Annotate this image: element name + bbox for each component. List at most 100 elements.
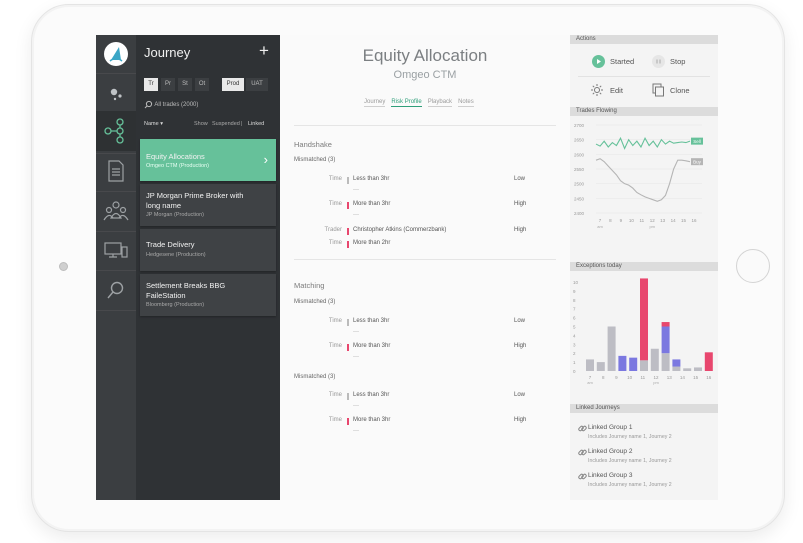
row-dash: —: [353, 403, 359, 409]
tab-risk-profile[interactable]: Risk Profile: [391, 99, 422, 107]
env-tab-ot[interactable]: Ot: [195, 78, 209, 91]
search-small-icon: [144, 100, 153, 109]
journey-sub: Hedgesene (Production): [146, 252, 206, 258]
x-tick-label: 10: [629, 218, 635, 223]
period-label: pm: [653, 380, 659, 385]
journey-card-settlement-breaks[interactable]: Settlement Breaks BBG FaileStation Bloom…: [140, 274, 276, 316]
risk-row: Time Less than 3hr Low: [328, 318, 526, 326]
pause-icon[interactable]: [652, 55, 665, 68]
x-tick-label: 15: [681, 218, 687, 223]
stage-tab-prod[interactable]: Prod: [222, 78, 244, 91]
exceptions-chart: 1098765432107 8 9 10 11 12 13 14 15 16am pm: [573, 278, 713, 385]
risk-row: Time More than 3hr High: [328, 343, 527, 351]
series-line-buy: [595, 158, 691, 202]
series-label: Sell: [693, 139, 701, 144]
row-dash: —: [353, 428, 359, 434]
dots-icon[interactable]: [96, 74, 136, 114]
linked-title: Linked Group 3: [588, 472, 633, 479]
risk-row: Time More than 3hr High: [328, 201, 527, 209]
journey-card-jp-morgan[interactable]: JP Morgan Prime Broker with long name JP…: [140, 184, 276, 226]
env-tab-st[interactable]: St: [178, 78, 192, 91]
document-icon[interactable]: [96, 151, 136, 191]
trade-search[interactable]: All trades (2000): [144, 100, 198, 109]
bar: [596, 362, 605, 371]
search-icon[interactable]: [96, 270, 136, 310]
y-tick-label: 8: [573, 298, 576, 303]
journey-card-trade-delivery[interactable]: Trade Delivery Hedgesene (Production): [140, 229, 276, 271]
journey-map-icon[interactable]: [96, 111, 136, 151]
x-tick-label: 14: [680, 375, 686, 380]
row-dash: —: [353, 187, 359, 193]
filter-separator: |: [241, 121, 243, 127]
env-tab-tr[interactable]: Tr: [144, 78, 158, 91]
tab-playback[interactable]: Playback: [427, 99, 453, 107]
divider: [294, 125, 556, 126]
section-handshake: Handshake: [294, 140, 332, 149]
main-content: Equity Allocation Omgeo CTM Journey Risk…: [280, 35, 570, 500]
add-journey-button[interactable]: +: [259, 41, 269, 61]
linked-journeys-header: Linked Journeys: [570, 404, 718, 413]
risk-row: Time More than 3hr High: [328, 417, 527, 425]
bar: [661, 353, 670, 371]
clone-icon[interactable]: [651, 83, 665, 102]
actions-header: Actions: [570, 35, 718, 44]
devices-icon[interactable]: [96, 230, 136, 270]
x-tick-label: 9: [620, 218, 623, 223]
edit-button[interactable]: Edit: [610, 86, 623, 95]
link-icon: [578, 449, 587, 456]
bar: [672, 359, 681, 367]
x-tick-label: 13: [667, 375, 673, 380]
bar: [661, 322, 670, 327]
y-tick-label: 0: [573, 369, 576, 374]
clone-button[interactable]: Clone: [670, 86, 690, 95]
tab-notes[interactable]: Notes: [458, 99, 474, 107]
bar: [672, 366, 681, 371]
home-button[interactable]: [736, 249, 770, 283]
users-icon[interactable]: [96, 191, 136, 231]
y-tick-label: 4: [573, 333, 576, 338]
linked-filter[interactable]: Linked: [248, 121, 264, 127]
x-tick-label: 16: [706, 375, 712, 380]
started-button[interactable]: Started: [610, 57, 634, 66]
bar: [694, 367, 702, 371]
y-tick-label: 2400: [574, 211, 585, 216]
series-label: Buy: [693, 159, 702, 164]
x-tick-label: 13: [660, 218, 666, 223]
period-label: am: [597, 224, 603, 229]
period-label: pm: [649, 224, 655, 229]
list-filters: Name ▾ Show Suspended | Linked: [144, 121, 276, 127]
y-tick-label: 2600: [574, 152, 585, 157]
bar: [640, 278, 648, 361]
linked-desc: Includes Journey name 1, Journey 2: [588, 482, 672, 488]
bar: [650, 348, 659, 371]
risk-row: Time Less than 3hr Low: [328, 392, 526, 400]
stage-tab-uat[interactable]: UAT: [246, 78, 268, 91]
stop-button[interactable]: Stop: [670, 57, 685, 66]
sort-dropdown[interactable]: Name ▾: [144, 121, 163, 127]
journey-sub: Omgeo CTM (Production): [146, 163, 209, 169]
row-dash: —: [353, 329, 359, 335]
exceptions-header: Exceptions today: [570, 262, 718, 271]
app-logo-icon[interactable]: [104, 42, 128, 66]
suspended-filter[interactable]: Suspended: [212, 121, 240, 127]
gear-icon[interactable]: [590, 83, 604, 102]
x-tick-label: 8: [609, 218, 612, 223]
group-label: Mismatched (3): [294, 157, 336, 163]
play-icon[interactable]: [592, 55, 605, 68]
linked-title: Linked Group 2: [588, 448, 633, 455]
x-tick-label: 12: [650, 218, 656, 223]
y-tick-label: 6: [573, 316, 576, 321]
page-title: Equity Allocation: [362, 46, 488, 65]
journey-card-equity-allocations[interactable]: Equity Allocations Omgeo CTM (Production…: [140, 139, 276, 181]
period-label: am: [587, 380, 593, 385]
tab-journey[interactable]: Journey: [364, 99, 386, 107]
risk-row: Trader Christopher Atkins (Commerzbank) H…: [324, 227, 527, 235]
trades-flowing-header: Trades Flowing: [570, 107, 718, 116]
journey-name: Equity Allocations: [146, 152, 205, 161]
linked-desc: Includes Journey name 1, Journey 2: [588, 458, 672, 464]
y-tick-label: 2500: [574, 182, 585, 187]
x-tick-label: 9: [615, 375, 618, 380]
env-tab-pr[interactable]: Pr: [161, 78, 175, 91]
bar: [704, 352, 713, 371]
y-tick-label: 2550: [574, 167, 585, 172]
